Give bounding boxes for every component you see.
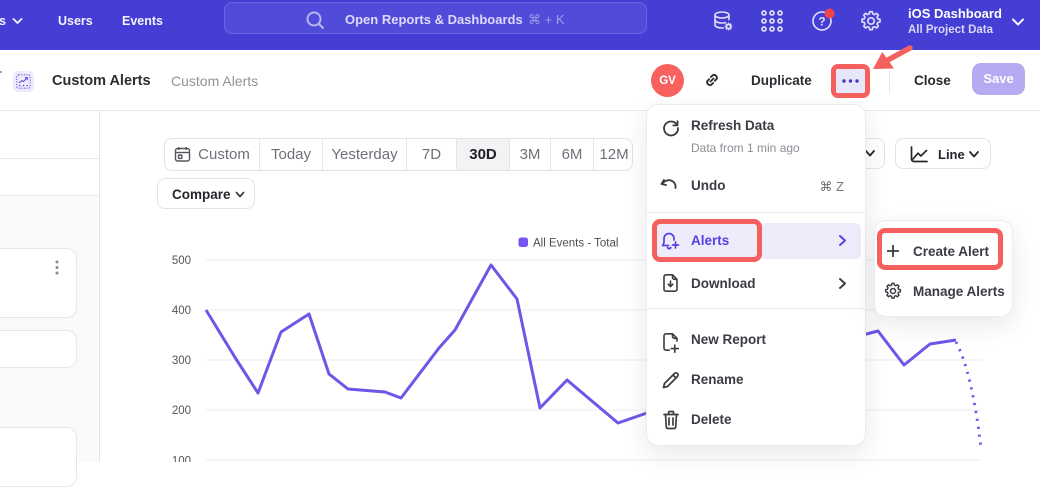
svg-text:All Events - Total: All Events - Total <box>533 237 618 249</box>
svg-text:300: 300 <box>172 355 191 367</box>
svg-text:?: ? <box>818 17 825 29</box>
svg-text:200: 200 <box>172 405 191 417</box>
svg-text:400: 400 <box>172 305 191 317</box>
svg-text:500: 500 <box>172 255 191 267</box>
svg-text:100: 100 <box>172 456 191 463</box>
